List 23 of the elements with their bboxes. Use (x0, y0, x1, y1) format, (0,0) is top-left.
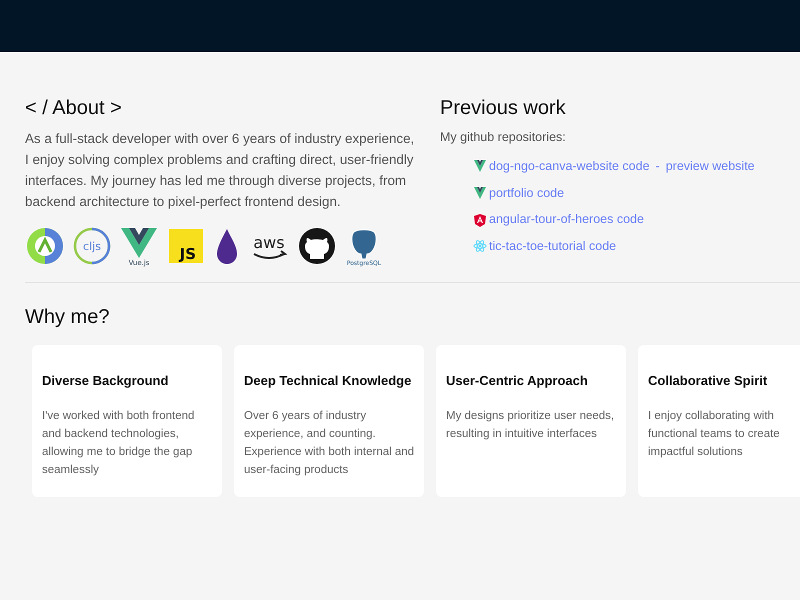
card-title: Collaborative Spirit (648, 373, 768, 389)
vue-logo-icon (473, 159, 487, 174)
repository-link[interactable]: portfolio code (489, 184, 564, 202)
about-paragraph: As a full-stack developer with over 6 years of industry experience, I enjoy solving complex problems and crafting direct, user-friendly interfaces. My journey has led me through diverse projects, from backend architecture to pixel-perfect frontend design. (25, 130, 415, 211)
repository-link[interactable]: tic-tac-toe-tutorial code (489, 237, 616, 256)
section-heading: Why me? (25, 305, 110, 329)
repository-link[interactable]: dog-ngo-canva-website code (489, 156, 650, 176)
card-text: Over 6 years of industry experience, and counting. Experience with both internal and user-facing products (244, 408, 416, 478)
react-logo-icon (473, 239, 487, 254)
card-text: I enjoy collaborating with functional teams to create impactful solutions (648, 408, 781, 460)
repository-link[interactable]: angular-tour-of-heroes code (489, 210, 644, 229)
section-heading: < / About > (25, 96, 123, 120)
preview-link[interactable]: preview website (666, 156, 755, 176)
link-separator: - (656, 158, 660, 175)
card-text: I've worked with both frontend and backend technologies, allowing me to bridge the gap seamlessly (42, 408, 196, 478)
vue-logo-icon (473, 186, 487, 200)
card-text: My designs prioritize user needs, resulting in intuitive interfaces (446, 408, 616, 442)
card-title: Diverse Background (42, 373, 170, 389)
repositories-label: My github repositories: (440, 129, 567, 146)
section-heading: Previous work (440, 96, 567, 120)
card-title: User-Centric Approach (446, 373, 589, 389)
card-title: Deep Technical Knowledge (244, 373, 412, 389)
angular-logo-icon (473, 212, 487, 227)
